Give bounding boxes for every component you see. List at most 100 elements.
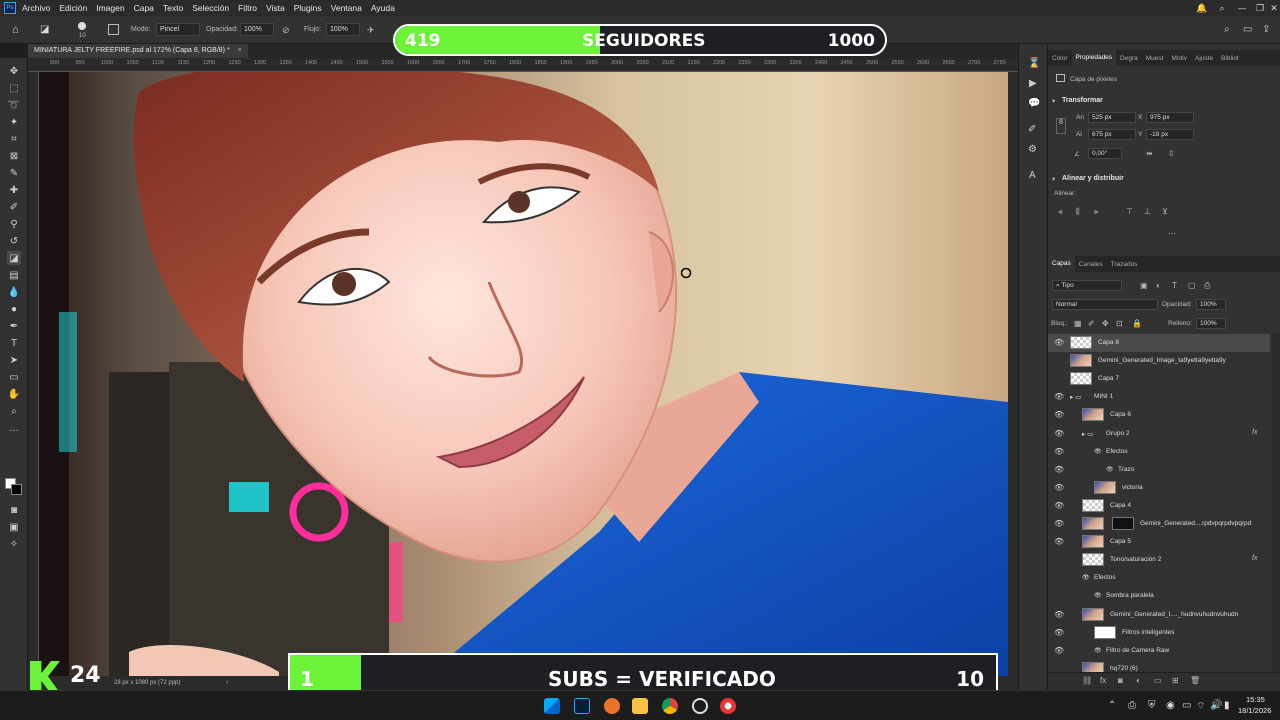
folder-icon[interactable]: ▸ ▭ — [1082, 430, 1093, 438]
layer-thumbnail[interactable] — [1094, 625, 1116, 639]
layer-row[interactable]: 👁 Sombra paralela — [1048, 587, 1270, 605]
layer-style-icon[interactable]: fx — [1100, 676, 1106, 685]
tab-gradients[interactable]: Degra — [1116, 55, 1142, 62]
tab-libraries[interactable]: Bibliot — [1217, 55, 1243, 62]
menu-imagen[interactable]: Imagen — [96, 3, 124, 13]
layer-visibility-icon[interactable]: 👁 — [1054, 410, 1064, 419]
filter-type-icon[interactable]: T — [1172, 281, 1177, 290]
effect-visibility-icon[interactable]: 👁 — [1082, 574, 1090, 581]
tray-usb-icon[interactable]: ⎙ — [1128, 700, 1136, 711]
filter-smart-icon[interactable]: ⎙ — [1204, 281, 1210, 291]
document-canvas[interactable] — [39, 72, 1008, 682]
search-panel-icon[interactable]: ⌕ — [1224, 24, 1230, 35]
layer-visibility-icon[interactable]: 👁 — [1054, 392, 1064, 401]
flip-vertical-icon[interactable]: ⇳ — [1168, 149, 1175, 158]
blend-mode-select[interactable]: Normal — [1052, 299, 1158, 310]
transform-collapse-icon[interactable]: ▾ — [1052, 97, 1055, 105]
layer-row[interactable]: 👁 Capa 5 — [1048, 533, 1270, 551]
mode-select[interactable]: Pincel — [156, 23, 200, 36]
effect-visibility-icon[interactable]: 👁 — [1094, 448, 1102, 455]
background-color-swatch[interactable] — [11, 484, 22, 495]
layer-visibility-icon[interactable]: 👁 — [1054, 501, 1064, 510]
lock-position-icon[interactable]: ✥ — [1102, 319, 1109, 328]
layer-row[interactable]: Capa 7 — [1048, 370, 1270, 388]
layer-thumbnail[interactable] — [1082, 607, 1104, 621]
capture-app-icon[interactable] — [720, 698, 736, 714]
tray-display-icon[interactable]: ▭ — [1182, 700, 1191, 711]
tab-channels[interactable]: Canales — [1075, 261, 1107, 268]
eraser-tool-active-icon[interactable]: ◪ — [7, 251, 21, 265]
layer-row[interactable]: 👁 Capa 4 — [1048, 497, 1270, 515]
obs-icon[interactable] — [692, 698, 708, 714]
layer-row[interactable]: 👁 👁 Trazo — [1048, 461, 1270, 479]
menu-ventana[interactable]: Ventana — [331, 3, 362, 13]
y-input[interactable]: -18 px — [1146, 129, 1194, 140]
pen-tool-icon[interactable]: ✒ — [7, 319, 21, 333]
layer-row[interactable]: hq720 (6) — [1048, 660, 1270, 672]
layer-row[interactable]: 👁 victoria — [1048, 479, 1270, 497]
type-tool-icon[interactable]: T — [7, 336, 21, 350]
history-brush-tool-icon[interactable]: ↺ — [7, 234, 21, 248]
menu-capa[interactable]: Capa — [134, 3, 154, 13]
new-group-icon[interactable]: ▭ — [1154, 676, 1162, 685]
notifications-icon[interactable]: 🔔 — [1192, 0, 1212, 16]
lasso-tool-icon[interactable]: ➰ — [7, 98, 21, 112]
brush-preview-icon[interactable] — [78, 22, 86, 30]
layer-row[interactable]: 👁 ▸ ▭ Grupo 2 fx — [1048, 425, 1270, 443]
layer-row[interactable]: 👁 ▸ ▭ MINI 1 — [1048, 388, 1270, 406]
menu-ayuda[interactable]: Ayuda — [371, 3, 395, 13]
menu-filtro[interactable]: Filtro — [238, 3, 257, 13]
pressure-opacity-icon[interactable]: ⊘ — [282, 25, 290, 36]
layer-row[interactable]: 👁 👁 Efectos — [1048, 443, 1270, 461]
layer-thumbnail[interactable] — [1082, 517, 1104, 530]
layer-thumbnail[interactable] — [1070, 372, 1092, 386]
flip-horizontal-icon[interactable]: ⇹ — [1146, 149, 1153, 158]
angle-input[interactable]: 0,00° — [1088, 148, 1122, 159]
layer-thumbnail[interactable] — [1094, 480, 1116, 494]
folder-icon[interactable]: ▸ ▭ — [1070, 393, 1081, 401]
path-selection-tool-icon[interactable]: ➤ — [7, 353, 21, 367]
effect-visibility-icon[interactable]: 👁 — [1094, 647, 1102, 654]
tab-properties[interactable]: Propiedades — [1071, 50, 1117, 66]
tab-adjustments[interactable]: Ajuste — [1191, 55, 1217, 62]
layer-visibility-icon[interactable]: 👁 — [1054, 465, 1064, 474]
link-dimensions-icon[interactable]: 8 — [1056, 118, 1066, 134]
home-icon[interactable]: ⌂ — [12, 24, 19, 36]
move-tool-icon[interactable]: ✥ — [7, 64, 21, 78]
align-top-icon[interactable]: ⊤ — [1126, 207, 1133, 216]
align-hcenter-icon[interactable]: ⫼ — [1076, 207, 1080, 217]
share-icon[interactable]: ⇪ — [1262, 24, 1270, 35]
file-explorer-icon[interactable] — [632, 698, 648, 714]
tab-patterns[interactable]: Motiv — [1167, 55, 1191, 62]
volume-icon[interactable]: 🔊 — [1210, 700, 1222, 711]
minimize-icon[interactable]: — — [1232, 0, 1252, 16]
layer-fx-icon[interactable]: fx — [1252, 429, 1257, 436]
menu-plugins[interactable]: Plugins — [294, 3, 322, 13]
new-layer-icon[interactable]: ⊞ — [1172, 676, 1179, 685]
more-tools-icon[interactable]: … — [7, 421, 21, 435]
lock-transparency-icon[interactable]: ▦ — [1074, 319, 1082, 328]
brush-settings-panel-icon[interactable]: ✐ — [1028, 124, 1036, 135]
layer-visibility-icon[interactable]: 👁 — [1054, 537, 1064, 546]
layer-thumbnail[interactable] — [1082, 408, 1104, 422]
lock-pixels-icon[interactable]: ✐ — [1088, 319, 1095, 328]
dodge-tool-icon[interactable]: ● — [7, 302, 21, 316]
brush-settings-icon[interactable] — [108, 24, 119, 35]
layer-row[interactable]: 👁 Gemini_Generated_I...._hudnvuhudnvuhudn — [1048, 606, 1270, 624]
width-input[interactable]: 525 px — [1088, 112, 1136, 123]
menu-edicion[interactable]: Edición — [59, 3, 87, 13]
x-input[interactable]: 975 px — [1146, 112, 1194, 123]
align-left-icon[interactable]: ⫷ — [1058, 207, 1063, 217]
status-arrow-icon[interactable]: › — [226, 680, 228, 686]
layer-visibility-icon[interactable]: 👁 — [1054, 447, 1064, 456]
delete-layer-icon[interactable]: 🗑 — [1190, 676, 1200, 685]
menu-seleccion[interactable]: Selección — [192, 3, 229, 13]
rectangle-tool-icon[interactable]: ▭ — [7, 370, 21, 384]
layer-thumbnail[interactable] — [1082, 498, 1104, 512]
healing-brush-tool-icon[interactable]: ✚ — [7, 183, 21, 197]
blur-tool-icon[interactable]: 💧 — [7, 285, 21, 299]
align-bottom-icon[interactable]: ⊻ — [1162, 207, 1168, 216]
layer-thumbnail[interactable] — [1070, 336, 1092, 349]
align-right-icon[interactable]: ⫸ — [1094, 207, 1099, 217]
layer-row[interactable]: Tono/saturación 2 fx — [1048, 551, 1270, 569]
